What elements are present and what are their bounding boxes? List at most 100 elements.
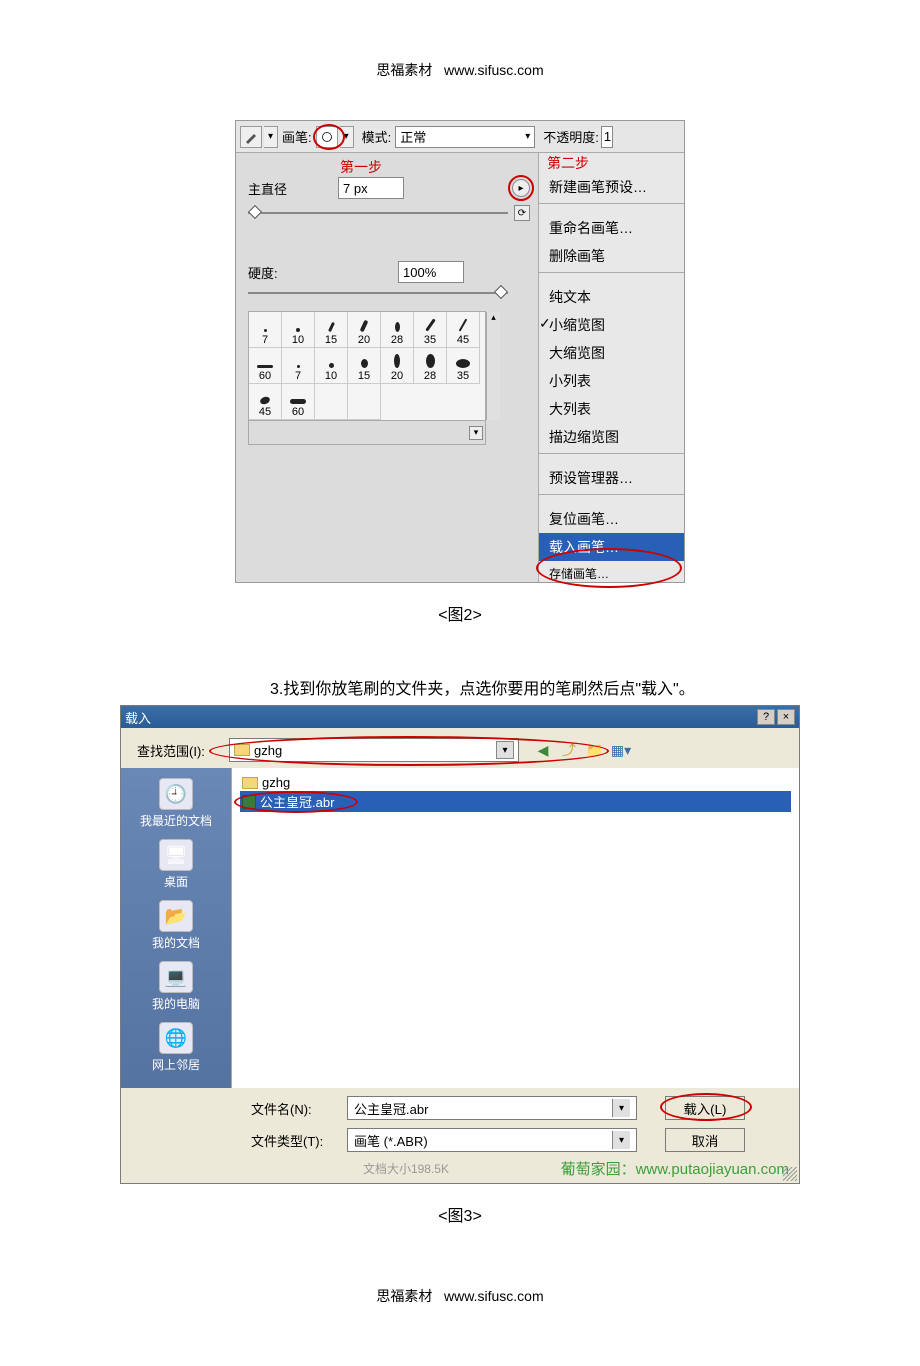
brush-grid-footer: ▾ bbox=[248, 421, 486, 445]
chevron-down-icon: ▾ bbox=[612, 1131, 630, 1149]
flyout-arrow-button[interactable]: ▸ bbox=[512, 179, 530, 197]
menu-stroke-thumb[interactable]: 描边缩览图 bbox=[539, 423, 684, 451]
brush-flyout-menu: 第二步 新建画笔预设… 重命名画笔… 删除画笔 纯文本 小缩览图 大缩览图 小列… bbox=[538, 153, 684, 582]
brush-preset[interactable]: 20 bbox=[381, 348, 414, 384]
chevron-down-icon: ▾ bbox=[612, 1099, 630, 1117]
chevron-down-icon: ▾ bbox=[525, 131, 530, 142]
diameter-label: 主直径 bbox=[248, 179, 318, 198]
place-recent[interactable]: 🕘我最近的文档 bbox=[140, 778, 212, 829]
menu-small-thumb[interactable]: 小缩览图 bbox=[539, 311, 684, 339]
chevron-down-icon: ▾ bbox=[496, 741, 514, 759]
dialog-title: 载入 bbox=[125, 708, 151, 727]
file-item-selected[interactable]: 公主皇冠.abr bbox=[240, 791, 791, 812]
resize-grip-icon[interactable] bbox=[783, 1167, 797, 1181]
brush-preset[interactable]: 10 bbox=[282, 312, 315, 348]
cancel-button[interactable]: 取消 bbox=[665, 1128, 745, 1152]
places-bar: 🕘我最近的文档 🖥桌面 📂我的文档 💻我的电脑 🌐网上邻居 bbox=[121, 768, 231, 1088]
brush-preset[interactable]: 20 bbox=[348, 312, 381, 348]
watermark-size: 文档大小198.5K bbox=[363, 1160, 449, 1177]
file-list[interactable]: gzhg 公主皇冠.abr bbox=[231, 768, 799, 1088]
menu-text-only[interactable]: 纯文本 bbox=[539, 283, 684, 311]
menu-small-list[interactable]: 小列表 bbox=[539, 367, 684, 395]
reset-icon[interactable]: ⟳ bbox=[514, 205, 530, 221]
place-desktop[interactable]: 🖥桌面 bbox=[159, 839, 193, 890]
opacity-label: 不透明度: bbox=[543, 127, 599, 146]
place-mycomputer[interactable]: 💻我的电脑 bbox=[152, 961, 200, 1012]
brush-preset[interactable]: 60 bbox=[249, 348, 282, 384]
close-button[interactable]: × bbox=[777, 709, 795, 725]
menu-save[interactable]: 存储画笔… bbox=[539, 561, 684, 582]
header-site: 思福素材 bbox=[376, 62, 432, 78]
diameter-input[interactable]: 7 px bbox=[338, 177, 404, 199]
watermark-url: 葡萄家园：www.putaojiayuan.com bbox=[561, 1161, 789, 1178]
lookin-combo[interactable]: gzhg ▾ bbox=[229, 738, 519, 762]
back-icon[interactable]: ◀ bbox=[533, 740, 553, 760]
hardness-label: 硬度: bbox=[248, 263, 318, 282]
figure3-caption: <图3> bbox=[40, 1202, 880, 1226]
lookin-value: gzhg bbox=[254, 743, 282, 758]
mode-value: 正常 bbox=[400, 127, 426, 146]
step1-annotation: 第一步 bbox=[340, 157, 382, 177]
brush-preset[interactable]: 45 bbox=[249, 384, 282, 420]
menu-preset-manager[interactable]: 预设管理器… bbox=[539, 464, 684, 492]
menu-reset[interactable]: 复位画笔… bbox=[539, 505, 684, 533]
brush-preset[interactable]: 7 bbox=[282, 348, 315, 384]
header-url: www.sifusc.com bbox=[444, 62, 544, 78]
filename-label: 文件名(N): bbox=[251, 1099, 337, 1118]
folder-icon bbox=[242, 777, 258, 789]
menu-large-list[interactable]: 大列表 bbox=[539, 395, 684, 423]
menu-large-thumb[interactable]: 大缩览图 bbox=[539, 339, 684, 367]
filetype-label: 文件类型(T): bbox=[251, 1131, 337, 1150]
diameter-slider[interactable] bbox=[248, 209, 508, 217]
brush-preset[interactable]: 28 bbox=[381, 312, 414, 348]
lookin-label: 查找范围(I): bbox=[137, 741, 223, 760]
view-menu-icon[interactable]: ▦▾ bbox=[611, 740, 631, 760]
abr-file-icon bbox=[242, 795, 256, 809]
brush-preset[interactable]: 35 bbox=[447, 348, 480, 384]
menu-new-preset[interactable]: 新建画笔预设… bbox=[539, 173, 684, 201]
step2-annotation: 第二步 bbox=[547, 153, 589, 173]
filetype-select[interactable]: 画笔 (*.ABR)▾ bbox=[347, 1128, 637, 1152]
step3-instruction: 3.找到你放笔刷的文件夹，点选你要用的笔刷然后点"载入"。 bbox=[270, 675, 880, 699]
brush-preview-icon[interactable] bbox=[316, 126, 338, 148]
brush-preset[interactable]: 15 bbox=[315, 312, 348, 348]
brush-label: 画笔: bbox=[282, 127, 312, 146]
figure2-caption: <图2> bbox=[40, 601, 880, 625]
place-mydocs[interactable]: 📂我的文档 bbox=[152, 900, 200, 951]
brush-preset[interactable]: 45 bbox=[447, 312, 480, 348]
brush-preset bbox=[348, 384, 381, 420]
chevron-down-icon[interactable]: ▾ bbox=[469, 426, 483, 440]
menu-rename[interactable]: 重命名画笔… bbox=[539, 214, 684, 242]
dialog-titlebar: 载入 ? × bbox=[121, 706, 799, 728]
brush-preset[interactable]: 28 bbox=[414, 348, 447, 384]
up-icon[interactable]: ⤴ bbox=[559, 740, 579, 760]
new-folder-icon[interactable]: 📁 bbox=[585, 740, 605, 760]
mode-label: 模式: bbox=[362, 127, 392, 146]
help-button[interactable]: ? bbox=[757, 709, 775, 725]
place-network[interactable]: 🌐网上邻居 bbox=[152, 1022, 200, 1073]
brush-preset[interactable]: 60 bbox=[282, 384, 315, 420]
filename-input[interactable]: 公主皇冠.abr▾ bbox=[347, 1096, 637, 1120]
brush-preset-grid[interactable]: 7 10 15 20 28 35 45 60 7 10 15 20 bbox=[248, 311, 486, 421]
menu-delete[interactable]: 删除画笔 bbox=[539, 242, 684, 270]
folder-icon bbox=[234, 744, 250, 756]
load-button[interactable]: 载入(L) bbox=[665, 1096, 745, 1120]
brush-tool-icon[interactable] bbox=[240, 126, 262, 148]
brush-preset[interactable]: 35 bbox=[414, 312, 447, 348]
mode-select[interactable]: 正常 ▾ bbox=[395, 126, 535, 148]
brush-preset[interactable]: 15 bbox=[348, 348, 381, 384]
brush-preset[interactable]: 7 bbox=[249, 312, 282, 348]
hardness-slider[interactable] bbox=[248, 289, 508, 297]
page-footer: 思福素材 www.sifusc.com bbox=[40, 1286, 880, 1306]
file-item-folder[interactable]: gzhg bbox=[240, 774, 791, 791]
menu-load-brushes[interactable]: 载入画笔… bbox=[539, 533, 684, 561]
load-dialog: 载入 ? × 查找范围(I): gzhg ▾ ◀ ⤴ 📁 ▦▾ bbox=[120, 705, 800, 1184]
opacity-input[interactable]: 1 bbox=[601, 126, 613, 148]
brush-preset[interactable]: 10 bbox=[315, 348, 348, 384]
brush-toolbar: ▾ 画笔: ▾ 模式: 正常 ▾ 不透明度: 1 bbox=[236, 121, 684, 153]
tool-dropdown-icon[interactable]: ▾ bbox=[264, 126, 278, 148]
hardness-input[interactable]: 100% bbox=[398, 261, 464, 283]
page-header: 思福素材 www.sifusc.com bbox=[40, 60, 880, 80]
watermark: 文档大小198.5K 葡萄家园：www.putaojiayuan.com bbox=[121, 1156, 799, 1183]
scrollbar[interactable]: ▴ bbox=[486, 312, 500, 420]
